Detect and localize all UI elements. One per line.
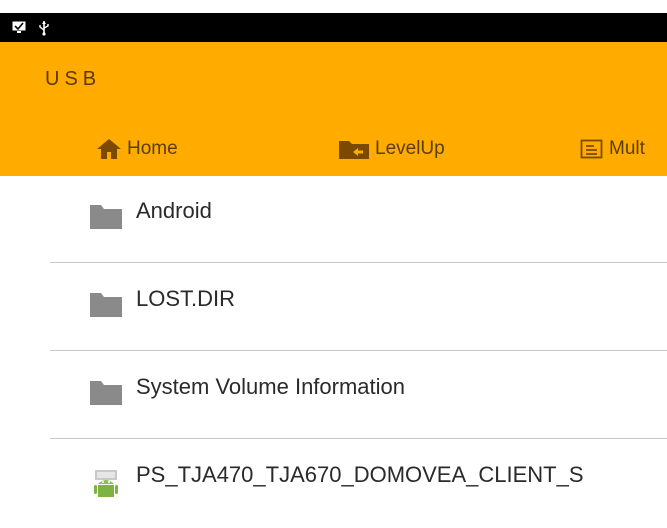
folder-icon [89, 378, 123, 406]
app-title: USB [45, 68, 102, 90]
list-item-lost-dir[interactable]: LOST.DIR [0, 264, 667, 352]
screen-check-icon [12, 20, 26, 36]
top-margin [0, 0, 667, 13]
levelup-button[interactable]: LevelUp [338, 138, 445, 160]
home-button[interactable]: Home [96, 138, 178, 160]
multi-select-icon [580, 139, 604, 159]
list-item-apk-file[interactable]: PS_TJA470_TJA670_DOMOVEA_CLIENT_S [0, 440, 667, 528]
list-item-system-volume-information[interactable]: System Volume Information [0, 352, 667, 440]
usb-icon [38, 20, 50, 36]
home-label: Home [127, 138, 178, 159]
divider [50, 438, 667, 439]
file-name: System Volume Information [136, 374, 406, 399]
list-item-android[interactable]: Android [0, 176, 667, 264]
android-apk-icon [89, 466, 123, 497]
multi-select-button[interactable]: Mult [580, 138, 645, 160]
home-icon [96, 138, 122, 160]
divider [50, 350, 667, 351]
file-name: Android [136, 198, 212, 223]
folder-icon [89, 202, 123, 230]
multi-select-label: Mult [609, 138, 645, 159]
file-name: LOST.DIR [136, 286, 236, 311]
status-bar [0, 13, 667, 42]
folder-icon [89, 290, 123, 318]
levelup-label: LevelUp [375, 138, 445, 159]
divider [50, 262, 667, 263]
file-name: PS_TJA470_TJA670_DOMOVEA_CLIENT_S [136, 462, 584, 487]
app-bar: USB Home LevelUp Mult [0, 42, 667, 176]
folder-up-icon [338, 138, 370, 160]
